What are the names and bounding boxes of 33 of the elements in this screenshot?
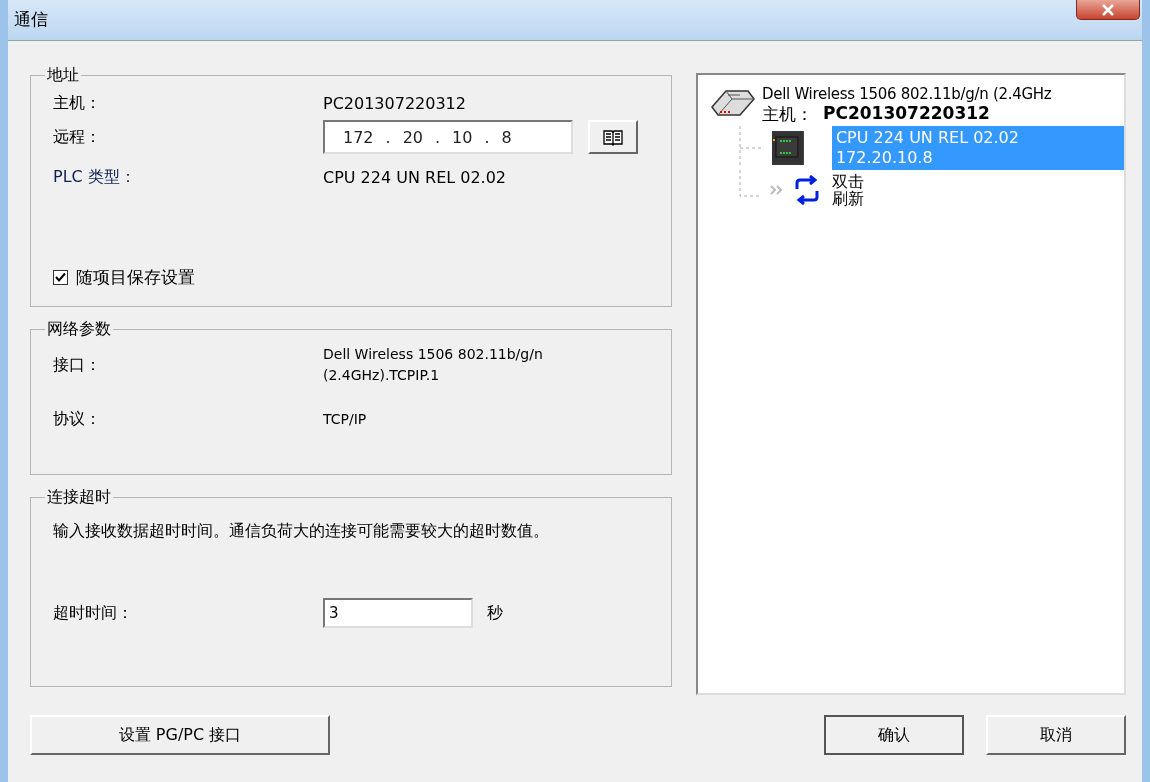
protocol-label: 协议： — [53, 408, 102, 430]
plc-device-icon — [770, 129, 806, 167]
interface-value: Dell Wireless 1506 802.11b/g/n (2.4GHz).TCPIP.1 — [323, 345, 544, 385]
browse-button[interactable] — [588, 120, 638, 154]
seconds-unit: 秒 — [487, 602, 503, 624]
timeout-field[interactable]: 3 — [323, 598, 473, 628]
tree-item[interactable]: 双击 刷新 — [828, 171, 868, 209]
ok-button[interactable]: 确认 — [824, 715, 964, 755]
interface-label: 接口： — [53, 354, 102, 376]
save-settings-checkbox[interactable]: 随项目保存设置 — [53, 266, 649, 289]
ip-address-field[interactable]: 172 . 20 . 10 . 8 — [323, 120, 573, 154]
timeout-description: 输入接收数据超时时间。通信负荷大的连接可能需要较大的超时数值。 — [53, 520, 550, 542]
group-title: 连接超时 — [46, 487, 112, 508]
cancel-button[interactable]: 取消 — [986, 715, 1126, 755]
window-title: 通信 — [14, 8, 48, 31]
checkmark-icon — [55, 272, 66, 283]
adapter-name: Dell Wireless 1506 802.11b/g/n (2.4GHz — [762, 85, 1052, 103]
plc-type-label: PLC 类型： — [53, 166, 137, 188]
host-label: 主机： — [762, 103, 813, 126]
protocol-value: TCP/IP — [323, 411, 367, 427]
group-title: 网络参数 — [46, 319, 112, 340]
tree-connector-line — [738, 126, 764, 166]
close-button[interactable] — [1076, 0, 1140, 20]
host-name: PC201307220312 — [823, 103, 990, 125]
group-title: 地址 — [46, 65, 80, 86]
close-icon — [1101, 3, 1115, 16]
set-pgpc-interface-button[interactable]: 设置 PG/PC 接口 — [30, 715, 330, 755]
timeout-label: 超时时间： — [53, 602, 134, 624]
host-value: PC201307220312 — [323, 93, 466, 113]
remote-label: 远程： — [53, 126, 102, 148]
host-label: 主机： — [53, 92, 102, 114]
plc-type-value: CPU 224 UN REL 02.02 — [323, 167, 507, 187]
book-icon — [602, 128, 624, 146]
